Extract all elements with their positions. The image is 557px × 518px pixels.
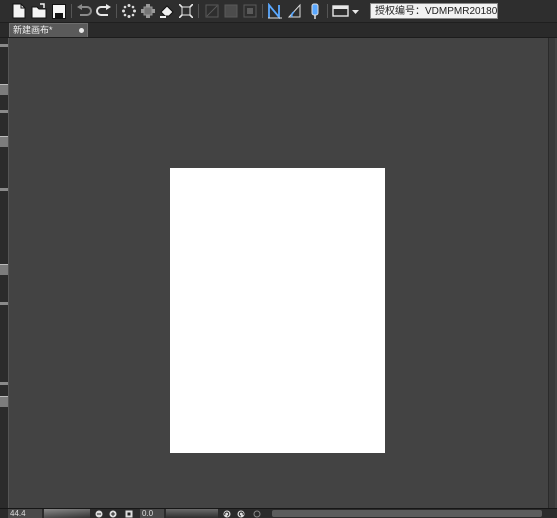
disabled-tool-2-icon bbox=[222, 2, 240, 20]
info-tool-icon[interactable] bbox=[0, 396, 8, 407]
layer-tool-icon[interactable] bbox=[0, 264, 8, 275]
left-tool-strip bbox=[0, 38, 9, 508]
dot-grid-icon[interactable] bbox=[120, 2, 138, 20]
disabled-tool-3-icon bbox=[241, 2, 259, 20]
strip-handle[interactable] bbox=[0, 188, 8, 191]
document-tab-bar: 新建画布* bbox=[0, 23, 557, 38]
strip-handle[interactable] bbox=[0, 44, 8, 47]
license-number-field: 授权编号：VDMPMR201801365 bbox=[370, 3, 498, 19]
toolbar-separator bbox=[327, 4, 328, 18]
transform-icon[interactable] bbox=[139, 2, 157, 20]
strip-handle[interactable] bbox=[0, 382, 8, 385]
angle-ruler-icon[interactable] bbox=[286, 2, 304, 20]
toolbar-separator bbox=[262, 4, 263, 18]
horizontal-scrollbar[interactable] bbox=[272, 510, 542, 517]
open-file-icon[interactable] bbox=[30, 2, 48, 20]
save-icon[interactable] bbox=[50, 2, 68, 20]
toolbar-separator bbox=[71, 4, 72, 18]
fit-selection-icon[interactable] bbox=[177, 2, 195, 20]
redo-icon[interactable] bbox=[95, 2, 113, 20]
disabled-tool-1-icon bbox=[203, 2, 221, 20]
strip-handle[interactable] bbox=[0, 302, 8, 305]
undo-icon[interactable] bbox=[75, 2, 93, 20]
tab-new-canvas[interactable]: 新建画布* bbox=[9, 23, 88, 37]
toolbar-separator bbox=[198, 4, 199, 18]
main-toolbar: 授权编号：VDMPMR201801365 bbox=[0, 0, 557, 23]
pen-pressure-icon[interactable] bbox=[306, 2, 324, 20]
fill-bucket-icon[interactable] bbox=[158, 2, 176, 20]
canvas-workspace[interactable] bbox=[9, 38, 557, 508]
vertical-scrollbar[interactable] bbox=[548, 38, 555, 508]
pen-tool-icon[interactable] bbox=[0, 136, 8, 147]
canvas-paper[interactable] bbox=[170, 168, 385, 453]
toolbar-separator bbox=[116, 4, 117, 18]
ruler-curve-icon[interactable] bbox=[266, 2, 284, 20]
new-canvas-icon[interactable] bbox=[10, 2, 28, 20]
screen-mode-icon[interactable] bbox=[331, 2, 361, 20]
brush-tool-icon[interactable] bbox=[0, 84, 8, 95]
strip-handle[interactable] bbox=[0, 110, 8, 113]
tab-label: 新建画布* bbox=[13, 25, 53, 35]
close-tab-icon[interactable] bbox=[79, 28, 84, 33]
